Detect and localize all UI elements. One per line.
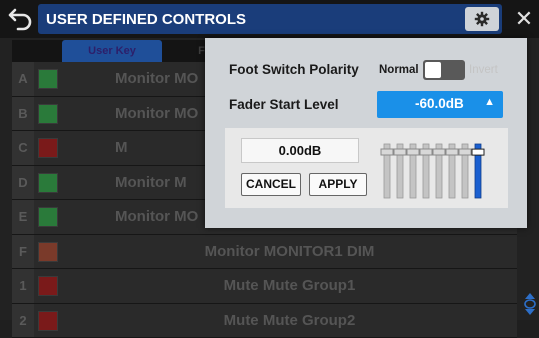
- row-function-label: Mute Mute Group2: [62, 304, 517, 338]
- toggle-knob: [425, 62, 441, 78]
- row-color-swatch: [38, 173, 58, 193]
- dropdown-arrow-icon: ▲: [484, 96, 495, 108]
- back-button[interactable]: [8, 6, 34, 32]
- row-color-swatch: [38, 69, 58, 89]
- list-row[interactable]: 1 Mute Mute Group1: [12, 269, 517, 304]
- invert-label: Invert: [469, 64, 498, 76]
- row-color-swatch: [38, 311, 58, 331]
- settings-button[interactable]: [465, 7, 499, 31]
- polarity-toggle[interactable]: [423, 60, 465, 80]
- back-arrow-icon: [8, 6, 34, 32]
- fader-start-level-value: -60.0dB: [415, 96, 464, 111]
- row-color-swatch: [38, 138, 58, 158]
- title-bar: USER DEFINED CONTROLS ✕: [0, 0, 539, 38]
- page-title: USER DEFINED CONTROLS: [46, 11, 246, 28]
- fader-start-level-label: Fader Start Level: [229, 97, 339, 112]
- row-key-letter: 2: [12, 304, 34, 338]
- scroll-handle[interactable]: [523, 292, 537, 316]
- user-defined-controls-screen: USER DEFINED CONTROLS ✕: [0, 0, 539, 320]
- fader-start-level-dropdown[interactable]: -60.0dB ▲: [377, 91, 503, 118]
- row-key-letter: F: [12, 235, 34, 269]
- row-key-letter: 1: [12, 269, 34, 303]
- foot-switch-polarity-label: Foot Switch Polarity: [229, 62, 359, 77]
- fader-knob: [394, 149, 406, 155]
- level-panel: 0.00dB CANCEL APPLY: [225, 128, 508, 208]
- list-row[interactable]: F Monitor MONITOR1 DIM: [12, 235, 517, 270]
- fader-knob: [459, 149, 471, 155]
- level-value-display: 0.00dB: [241, 138, 359, 163]
- fader-bank-graphic[interactable]: [380, 136, 500, 202]
- row-color-swatch: [38, 276, 58, 296]
- row-color-swatch: [38, 207, 58, 227]
- close-button[interactable]: ✕: [512, 6, 536, 32]
- row-function-label: Mute Mute Group1: [62, 269, 517, 303]
- fader-knob: [446, 149, 458, 155]
- title-box: USER DEFINED CONTROLS: [38, 4, 502, 34]
- fader-knob: [407, 149, 419, 155]
- fader-knob: [433, 149, 445, 155]
- scroll-handle-icon: [523, 292, 537, 316]
- row-function-label: Monitor MONITOR1 DIM: [62, 235, 517, 269]
- row-color-swatch: [38, 104, 58, 124]
- settings-popup: Foot Switch Polarity Normal Invert Fader…: [205, 38, 527, 228]
- close-icon: ✕: [515, 6, 533, 31]
- row-key-letter: B: [12, 97, 34, 131]
- cancel-button[interactable]: CANCEL: [241, 173, 301, 196]
- tab-user-key[interactable]: User Key: [62, 40, 162, 62]
- row-key-letter: E: [12, 200, 34, 234]
- row-key-letter: C: [12, 131, 34, 165]
- fader-knob: [381, 149, 393, 155]
- row-key-letter: A: [12, 62, 34, 96]
- apply-button[interactable]: APPLY: [309, 173, 367, 196]
- gear-icon: [474, 11, 490, 27]
- row-key-letter: D: [12, 166, 34, 200]
- list-row[interactable]: 2 Mute Mute Group2: [12, 304, 517, 338]
- normal-label: Normal: [379, 64, 419, 76]
- row-color-swatch: [38, 242, 58, 262]
- fader-knob: [420, 149, 432, 155]
- active-fader-knob[interactable]: [472, 149, 484, 155]
- fader-bank: [380, 136, 500, 202]
